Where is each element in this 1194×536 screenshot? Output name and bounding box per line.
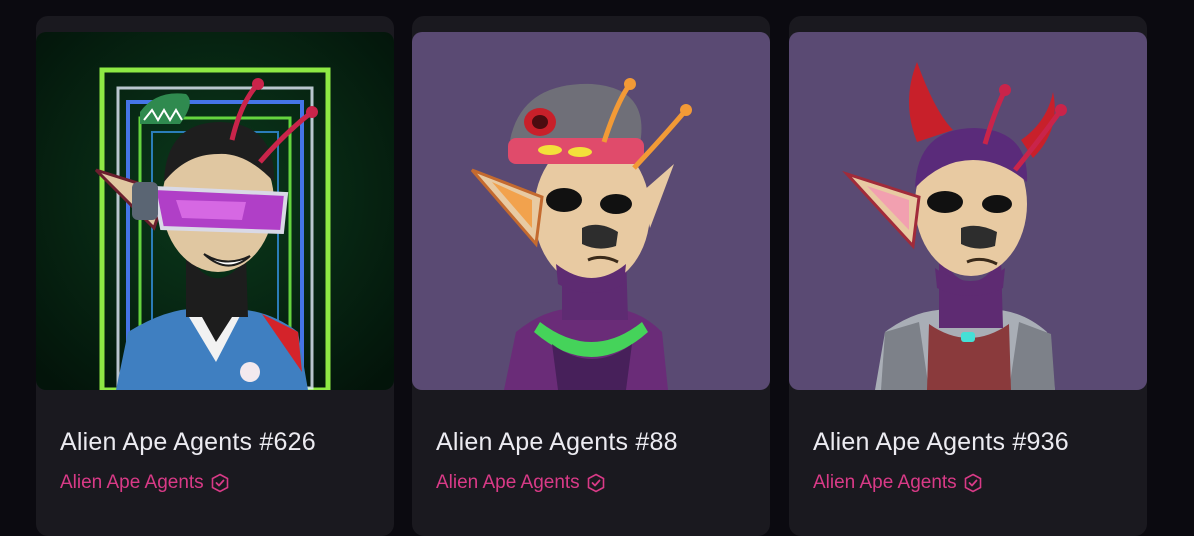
collection-link[interactable]: Alien Ape Agents <box>60 472 230 494</box>
nft-image[interactable] <box>36 32 394 390</box>
nft-title[interactable]: Alien Ape Agents #88 <box>436 428 678 457</box>
nft-image[interactable] <box>412 32 770 390</box>
nft-card[interactable]: Alien Ape Agents #936 Alien Ape Agents <box>789 16 1147 536</box>
collection-link[interactable]: Alien Ape Agents <box>813 472 983 494</box>
nft-card[interactable]: Alien Ape Agents #626 Alien Ape Agents <box>36 16 394 536</box>
nft-image[interactable] <box>789 32 1147 390</box>
collection-link[interactable]: Alien Ape Agents <box>436 472 606 494</box>
verified-badge-icon <box>586 473 606 493</box>
verified-badge-icon <box>963 473 983 493</box>
collection-name[interactable]: Alien Ape Agents <box>436 472 580 494</box>
nft-card[interactable]: Alien Ape Agents #88 Alien Ape Agents <box>412 16 770 536</box>
collection-name[interactable]: Alien Ape Agents <box>60 472 204 494</box>
nft-grid: Alien Ape Agents #626 Alien Ape Agents A… <box>0 0 1194 536</box>
verified-badge-icon <box>210 473 230 493</box>
nft-title[interactable]: Alien Ape Agents #626 <box>60 428 316 457</box>
nft-title[interactable]: Alien Ape Agents #936 <box>813 428 1069 457</box>
collection-name[interactable]: Alien Ape Agents <box>813 472 957 494</box>
